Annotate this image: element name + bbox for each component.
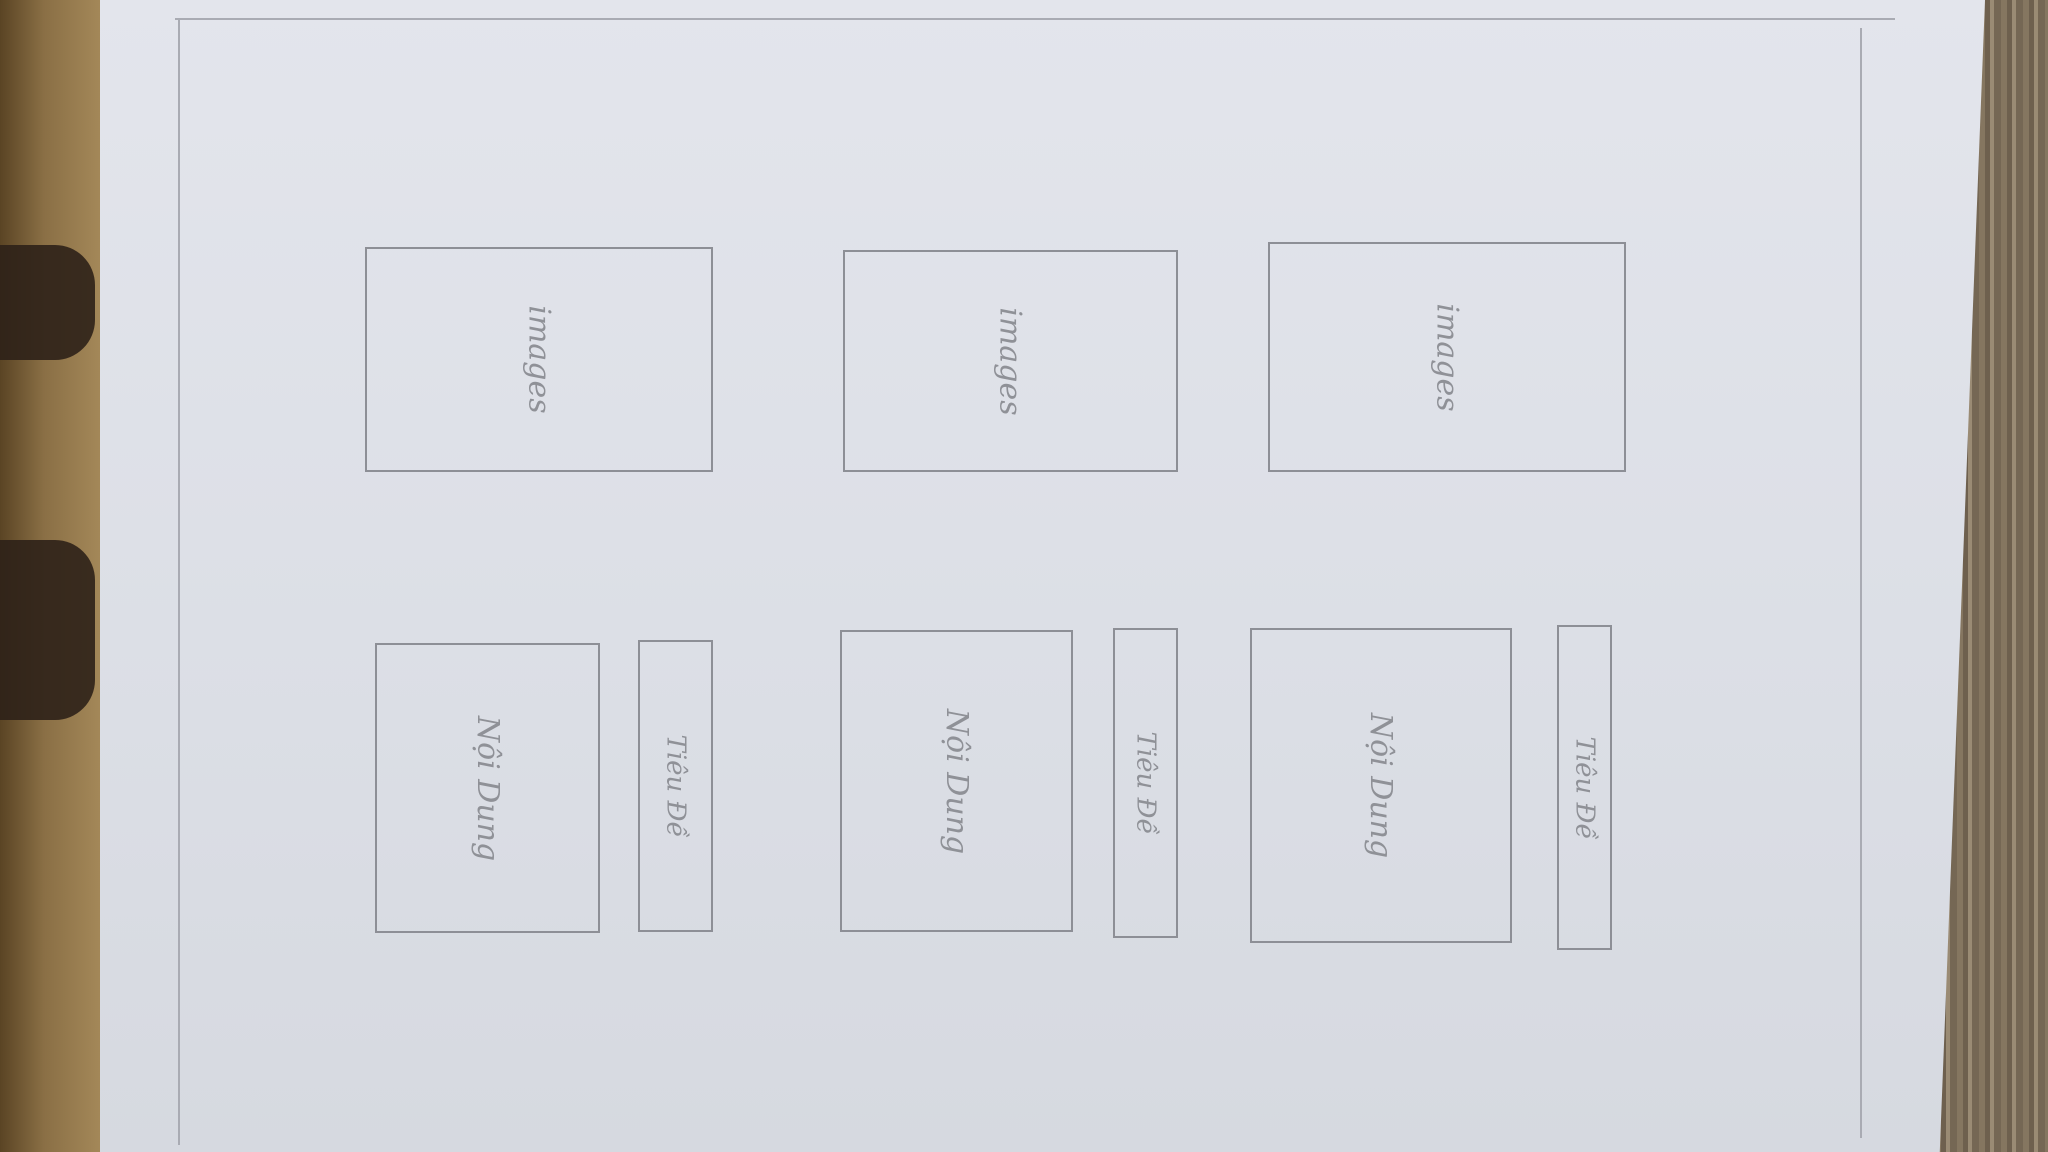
content-placeholder-box: Nội Dung (1250, 628, 1512, 943)
image-label: images (993, 306, 1028, 416)
title-label: Tiêu Đề (1569, 735, 1600, 840)
paper-sheet (100, 0, 1985, 1152)
title-placeholder-box: Tiêu Đề (1557, 625, 1612, 950)
image-placeholder-box: images (843, 250, 1178, 472)
frame-line-top (175, 18, 1895, 20)
desk-shadow (0, 245, 95, 360)
frame-line-right (1860, 28, 1862, 1138)
content-placeholder-box: Nội Dung (840, 630, 1073, 932)
content-label: Nội Dung (939, 708, 974, 854)
title-label: Tiêu Đề (1130, 731, 1161, 835)
content-placeholder-box: Nội Dung (375, 643, 600, 933)
image-placeholder-box: images (1268, 242, 1626, 472)
frame-line-left (178, 20, 180, 1145)
title-placeholder-box: Tiêu Đề (638, 640, 713, 932)
desk-shadow (0, 540, 95, 720)
content-label: Nội Dung (470, 715, 505, 861)
image-label: images (521, 305, 557, 414)
title-placeholder-box: Tiêu Đề (1113, 628, 1178, 938)
image-placeholder-box: images (365, 247, 713, 472)
content-label: Nội Dung (1363, 712, 1399, 859)
title-label: Tiêu Đề (660, 734, 691, 838)
image-label: images (1429, 302, 1465, 412)
